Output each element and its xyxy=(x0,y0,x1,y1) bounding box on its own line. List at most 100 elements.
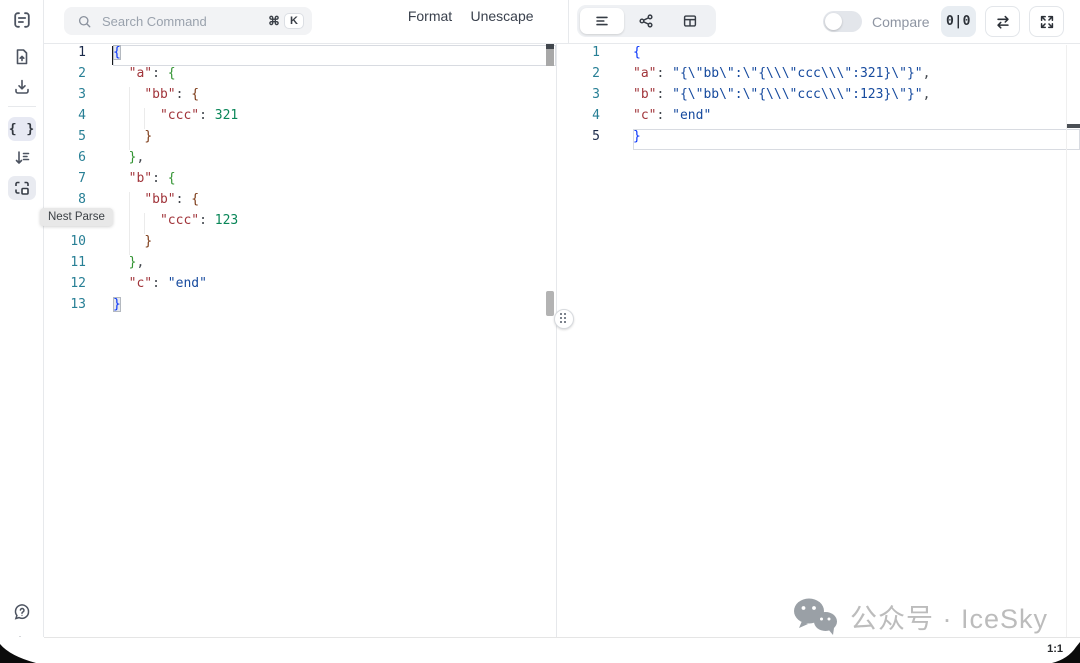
align-lines-icon xyxy=(593,12,611,30)
fullscreen-button[interactable] xyxy=(1029,6,1064,37)
code-line-2[interactable]: 2 "a": { xyxy=(44,66,556,87)
code-token: "c" xyxy=(129,276,152,291)
toolbar: ⌘ K Format Unescape xyxy=(44,0,1080,44)
import-file-icon[interactable] xyxy=(12,47,32,67)
zoom-ratio: 1:1 xyxy=(1047,643,1063,655)
code-line-4[interactable]: 4"c": "end" xyxy=(557,108,1080,129)
code-line-10[interactable]: 10 } xyxy=(44,234,556,255)
format-json-button[interactable]: { } xyxy=(8,117,36,141)
right-json-editor[interactable]: 1{2"a": "{\"bb\":\"{\\\"ccc\\\":321}\"}"… xyxy=(557,44,1080,637)
code-token: } xyxy=(113,297,121,312)
code-token: "ccc" xyxy=(160,108,199,123)
indent-guide xyxy=(129,87,130,108)
code-line-3[interactable]: 3"b": "{\"bb\":\"{\\\"ccc\\\":123}\"}", xyxy=(557,87,1080,108)
code-line-2[interactable]: 2"a": "{\"bb\":\"{\\\"ccc\\\":321}\"}", xyxy=(557,66,1080,87)
code-line-1[interactable]: 1{ xyxy=(557,45,1080,66)
code-token: "{\"bb\":\"{\\\"ccc\\\":123}\"}" xyxy=(672,87,922,102)
text-view-tab[interactable] xyxy=(580,8,624,34)
line-number: 13 xyxy=(44,297,113,318)
sidebar-divider xyxy=(8,106,36,107)
line-number: 1 xyxy=(44,45,113,66)
left-json-editor[interactable]: 1{2 "a": {3 "bb": {4 "ccc": 3215 }6 },7 … xyxy=(44,44,556,637)
nest-parse-tooltip: Nest Parse xyxy=(40,208,113,226)
code-text: } xyxy=(113,297,556,318)
right-ruler-cursor-mark xyxy=(1067,124,1080,128)
code-text: "bb": { xyxy=(113,192,556,213)
line-number: 1 xyxy=(557,45,633,66)
search-command-box[interactable]: ⌘ K xyxy=(64,7,312,35)
swap-panes-button[interactable] xyxy=(985,6,1020,37)
code-token: : xyxy=(656,108,672,123)
download-icon[interactable] xyxy=(12,77,32,97)
swap-arrows-icon xyxy=(994,13,1012,31)
nest-parse-icon xyxy=(12,178,32,198)
view-mode-segmented-control xyxy=(577,5,716,37)
nest-parse-button[interactable] xyxy=(8,176,36,200)
right-overview-ruler xyxy=(1066,45,1067,637)
code-token: "a" xyxy=(633,66,656,81)
code-line-8[interactable]: 8 "bb": { xyxy=(44,192,556,213)
code-token: : xyxy=(656,66,672,81)
code-text: } xyxy=(113,129,556,150)
code-token: } xyxy=(633,129,641,144)
graph-view-tab[interactable] xyxy=(624,8,668,34)
code-text: "bb": { xyxy=(113,87,556,108)
code-text: } xyxy=(113,234,556,255)
text-cursor xyxy=(112,46,113,65)
split-view-button[interactable]: 0|0 xyxy=(941,6,976,37)
cmd-key-icon: ⌘ xyxy=(268,14,280,28)
code-token: "a" xyxy=(129,66,152,81)
code-token: : xyxy=(152,276,168,291)
indent-guide xyxy=(144,213,145,234)
toggle-knob xyxy=(825,13,842,30)
code-line-5[interactable]: 5 } xyxy=(44,129,556,150)
code-token: : xyxy=(199,108,215,123)
splitter-bar[interactable] xyxy=(546,291,554,316)
code-token: "b" xyxy=(129,171,152,186)
unescape-button[interactable]: Unescape xyxy=(463,8,541,36)
toolbar-divider xyxy=(568,0,569,43)
help-icon[interactable] xyxy=(12,602,32,622)
code-text: "b": "{\"bb\":\"{\\\"ccc\\\":123}\"}", xyxy=(633,87,1080,108)
line-number: 3 xyxy=(557,87,633,108)
code-token: 123 xyxy=(215,213,238,228)
code-token: { xyxy=(168,171,176,186)
code-token: : xyxy=(199,213,215,228)
code-line-4[interactable]: 4 "ccc": 321 xyxy=(44,108,556,129)
code-line-12[interactable]: 12 "c": "end" xyxy=(44,276,556,297)
code-text: }, xyxy=(113,255,556,276)
code-token: : xyxy=(152,171,168,186)
line-number: 2 xyxy=(557,66,633,87)
table-icon xyxy=(681,12,699,30)
compare-label: Compare xyxy=(872,0,930,44)
code-line-7[interactable]: 7 "b": { xyxy=(44,171,556,192)
code-token: { xyxy=(633,45,641,60)
sidebar: { } xyxy=(0,0,44,663)
indent-guide xyxy=(129,108,130,129)
code-line-13[interactable]: 13} xyxy=(44,297,556,318)
table-view-tab[interactable] xyxy=(668,8,712,34)
code-token: : xyxy=(152,66,168,81)
search-input[interactable] xyxy=(100,13,268,30)
code-token: } xyxy=(144,129,152,144)
code-text: "ccc": 321 xyxy=(113,108,556,129)
collapse-sort-icon[interactable] xyxy=(12,148,32,168)
code-line-11[interactable]: 11 }, xyxy=(44,255,556,276)
format-button[interactable]: Format xyxy=(400,8,460,36)
code-line-9[interactable]: 9 "ccc": 123 xyxy=(44,213,556,234)
code-line-5[interactable]: 5} xyxy=(557,129,1080,150)
code-token: { xyxy=(191,87,199,102)
code-line-1[interactable]: 1{ xyxy=(44,45,556,66)
splitter-drag-handle[interactable] xyxy=(554,309,574,329)
line-number: 6 xyxy=(44,150,113,171)
compare-toggle[interactable] xyxy=(823,11,862,32)
code-text: "ccc": 123 xyxy=(113,213,556,234)
code-line-3[interactable]: 3 "bb": { xyxy=(44,87,556,108)
code-token: "bb" xyxy=(144,192,175,207)
code-token: } xyxy=(144,234,152,249)
left-scrollbar-thumb[interactable] xyxy=(546,49,554,66)
indent-guide xyxy=(144,108,145,129)
line-number: 12 xyxy=(44,276,113,297)
code-token: { xyxy=(191,192,199,207)
code-line-6[interactable]: 6 }, xyxy=(44,150,556,171)
